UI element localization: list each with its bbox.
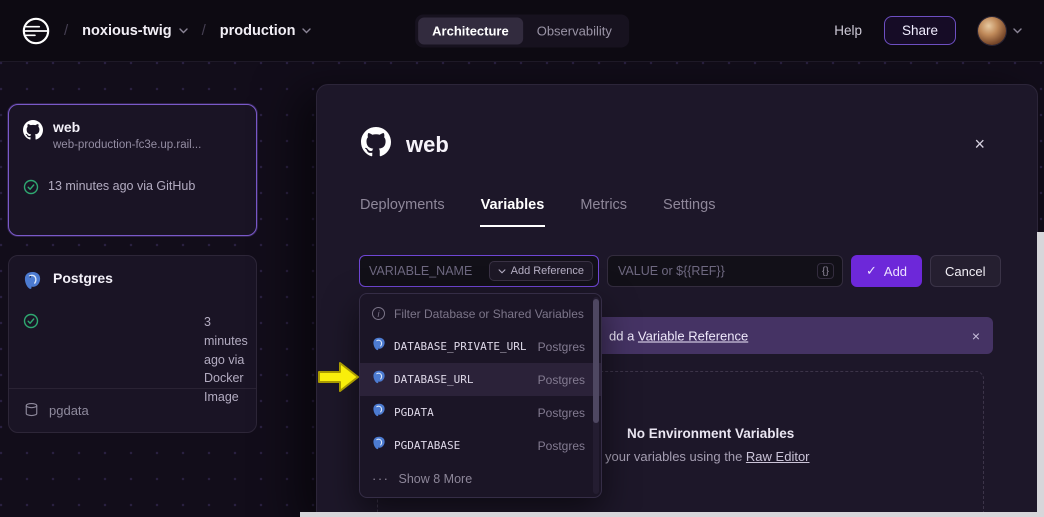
variable-source: Postgres xyxy=(535,340,585,354)
close-icon[interactable]: × xyxy=(974,135,985,153)
banner-close-icon[interactable]: × xyxy=(972,328,980,344)
volume-name: pgdata xyxy=(49,403,89,418)
variable-value-input[interactable] xyxy=(618,264,809,278)
postgres-icon xyxy=(372,403,386,422)
chevron-down-icon xyxy=(302,28,311,34)
ellipsis-icon: ··· xyxy=(372,471,390,486)
postgres-icon xyxy=(372,436,386,455)
railway-logo-icon[interactable] xyxy=(22,17,50,45)
deploy-success-icon xyxy=(23,179,39,198)
empty-text-fragment: your variables using the xyxy=(605,449,746,464)
breadcrumb-environment[interactable]: production xyxy=(220,23,312,39)
panel-tabs: Deployments Variables Metrics Settings xyxy=(359,197,716,227)
add-variable-button[interactable]: ✓ Add xyxy=(851,255,922,287)
service-card-web[interactable]: web web-production-fc3e.up.rail... 13 mi… xyxy=(8,104,257,236)
variable-name: DATABASE_URL xyxy=(394,373,473,386)
variable-name: PGDATABASE xyxy=(394,439,460,452)
share-button[interactable]: Share xyxy=(884,16,956,45)
deploy-status-text: 13 minutes ago via GitHub xyxy=(48,179,195,193)
add-label: Add xyxy=(884,264,907,279)
filter-placeholder: Filter Database or Shared Variables xyxy=(394,307,584,321)
banner-text-fragment: dd a xyxy=(609,328,638,343)
variable-source: Postgres xyxy=(535,373,585,387)
tab-metrics[interactable]: Metrics xyxy=(579,197,628,227)
dropdown-item-database-private-url[interactable]: DATABASE_PRIVATE_URL Postgres xyxy=(360,330,601,363)
info-icon: i xyxy=(372,307,385,320)
variable-source: Postgres xyxy=(535,439,585,453)
add-reference-label: Add Reference xyxy=(511,265,584,277)
new-variable-form: Add Reference {} ✓ Add Cancel xyxy=(359,255,1001,287)
raw-editor-link[interactable]: Raw Editor xyxy=(746,449,810,464)
variable-reference-dropdown: i Filter Database or Shared Variables DA… xyxy=(359,293,602,498)
empty-state-title: No Environment Variables xyxy=(627,426,794,441)
help-button[interactable]: Help xyxy=(834,23,862,38)
postgres-icon xyxy=(23,271,43,291)
raw-value-toggle-icon[interactable]: {} xyxy=(817,263,834,279)
postgres-icon xyxy=(372,337,386,356)
chevron-down-icon xyxy=(498,269,506,274)
chevron-down-icon xyxy=(1013,28,1022,34)
show-more-button[interactable]: ··· Show 8 More xyxy=(360,462,601,495)
panel-title: web xyxy=(406,132,449,158)
variable-name: PGDATA xyxy=(394,406,434,419)
breadcrumb-project[interactable]: noxious-twig xyxy=(82,23,187,39)
banner-text: dd a Variable Reference xyxy=(609,328,748,343)
breadcrumb-separator: / xyxy=(64,22,68,39)
cancel-button[interactable]: Cancel xyxy=(930,255,1000,287)
avatar xyxy=(978,17,1006,45)
service-name: Postgres xyxy=(53,270,113,286)
tab-settings[interactable]: Settings xyxy=(662,197,716,227)
variable-source: Postgres xyxy=(535,406,585,420)
variable-name: DATABASE_PRIVATE_URL xyxy=(394,340,526,353)
service-name: web xyxy=(53,119,201,135)
account-menu[interactable] xyxy=(978,17,1022,45)
tab-deployments[interactable]: Deployments xyxy=(359,197,446,227)
horizontal-scrollbar[interactable] xyxy=(300,512,1044,517)
variable-value-field: {} xyxy=(607,255,843,287)
service-card-postgres[interactable]: Postgres 3 minutes ago via Docker Image … xyxy=(8,255,257,433)
volume-icon xyxy=(24,402,39,420)
tab-observability[interactable]: Observability xyxy=(523,17,626,44)
breadcrumb-separator: / xyxy=(202,22,206,39)
github-icon xyxy=(23,120,43,140)
add-reference-button[interactable]: Add Reference xyxy=(489,261,593,281)
check-icon: ✓ xyxy=(866,263,877,279)
dropdown-item-pgdata[interactable]: PGDATA Postgres xyxy=(360,396,601,429)
nav-actions: Help Share xyxy=(834,16,1022,45)
project-name: noxious-twig xyxy=(82,23,171,39)
deploy-success-icon xyxy=(23,313,195,335)
top-navbar: / noxious-twig / production Architecture… xyxy=(0,0,1044,62)
dropdown-item-database-url[interactable]: DATABASE_URL Postgres xyxy=(360,363,601,396)
highlight-arrow xyxy=(318,360,360,399)
show-more-label: Show 8 More xyxy=(399,472,473,486)
dropdown-item-pgdatabase[interactable]: PGDATABASE Postgres xyxy=(360,429,601,462)
service-detail-panel: web × Deployments Variables Metrics Sett… xyxy=(316,84,1038,517)
tab-variables[interactable]: Variables xyxy=(480,197,546,227)
railway-app: / noxious-twig / production Architecture… xyxy=(0,0,1044,517)
tab-architecture[interactable]: Architecture xyxy=(418,17,523,44)
github-icon xyxy=(361,127,391,162)
empty-state-text: your variables using the Raw Editor xyxy=(605,449,810,464)
service-domain: web-production-fc3e.up.rail... xyxy=(53,139,201,151)
postgres-icon xyxy=(372,370,386,389)
variable-name-field: Add Reference xyxy=(359,255,599,287)
chevron-down-icon xyxy=(179,28,188,34)
dropdown-filter-input[interactable]: i Filter Database or Shared Variables xyxy=(360,297,601,330)
environment-name: production xyxy=(220,23,296,39)
vertical-scrollbar[interactable] xyxy=(1037,232,1044,512)
view-switcher: Architecture Observability xyxy=(415,14,629,47)
volume-row[interactable]: pgdata xyxy=(9,388,256,432)
dropdown-scrollbar-thumb[interactable] xyxy=(593,299,599,423)
variable-reference-link[interactable]: Variable Reference xyxy=(638,328,748,343)
